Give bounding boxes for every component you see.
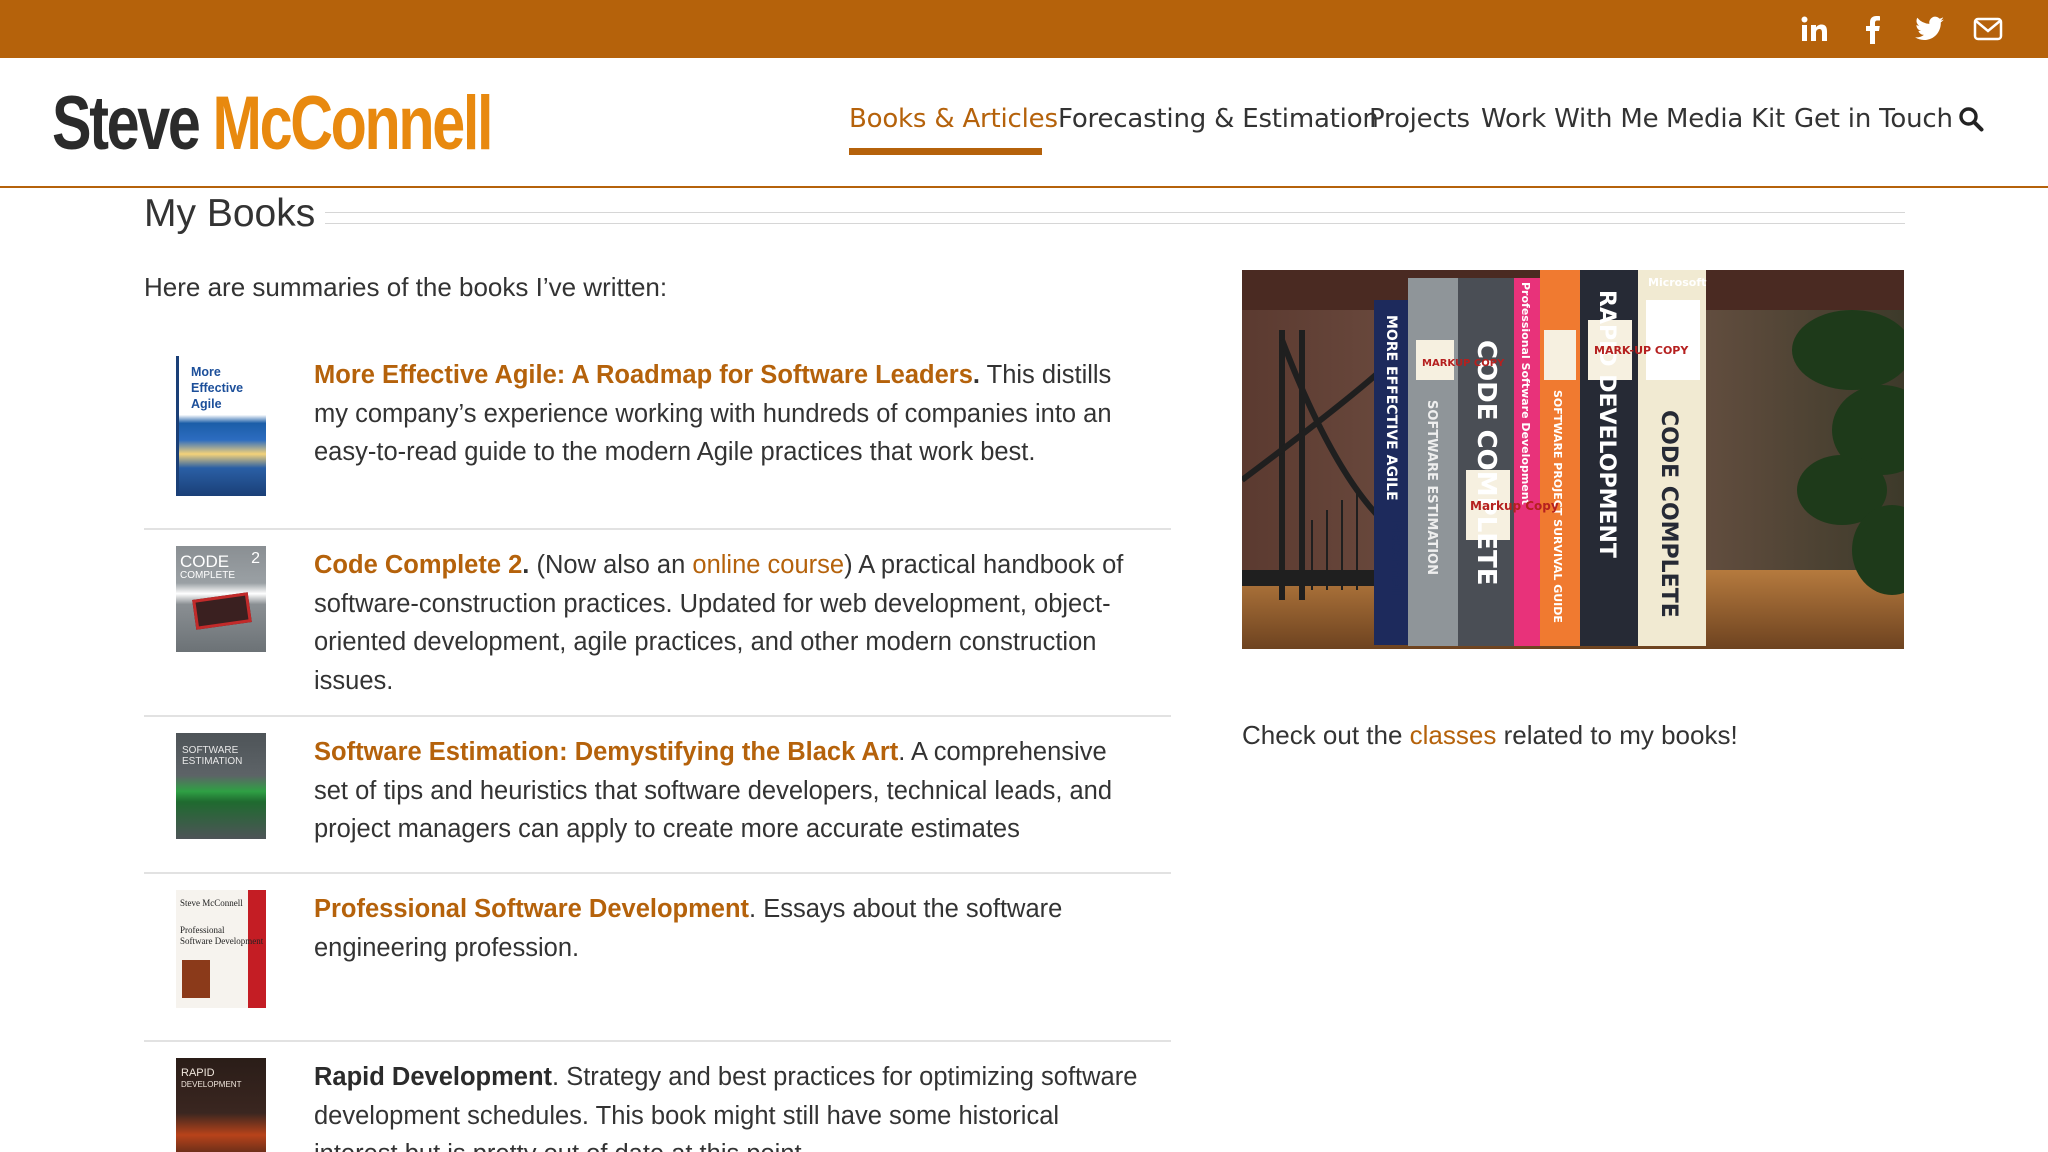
nav-active-underline bbox=[849, 148, 1042, 155]
cover-text: Professional bbox=[180, 925, 225, 935]
book-title: Rapid Development bbox=[314, 1063, 553, 1091]
spine-text: CODE COMPLETE bbox=[1656, 410, 1681, 618]
book-description: Software Estimation: Demystifying the Bl… bbox=[314, 733, 1144, 849]
nav-forecasting-estimation[interactable]: Forecasting & Estimation bbox=[1058, 104, 1379, 134]
logo-first-name: Steve bbox=[52, 80, 201, 166]
book-divider bbox=[144, 1040, 1171, 1042]
spine-text: McConnell bbox=[1388, 520, 1403, 595]
title-suffix: . bbox=[972, 361, 980, 389]
logo-last-name: McConnell bbox=[212, 80, 494, 166]
book-description: Code Complete 2. (Now also an online cou… bbox=[314, 546, 1144, 700]
book-divider bbox=[144, 715, 1171, 717]
book-title-link[interactable]: Professional Software Development bbox=[314, 895, 749, 923]
spine-text: MORE EFFECTIVE AGILE bbox=[1383, 315, 1399, 501]
promo-prefix: Check out the bbox=[1242, 720, 1410, 750]
book-cover-rapid-development[interactable]: RAPID DEVELOPMENT bbox=[176, 1058, 266, 1152]
spine-text: Microsoft bbox=[1648, 276, 1706, 289]
cover-text: SOFTWARE bbox=[182, 745, 239, 756]
book-description: More Effective Agile: A Roadmap for Soft… bbox=[314, 356, 1144, 472]
intro-text: Here are summaries of the books I’ve wri… bbox=[144, 272, 668, 302]
spine-text: CODE COMPLETE bbox=[1471, 340, 1501, 586]
facebook-icon[interactable] bbox=[1852, 0, 1892, 58]
cover-text: DEVELOPMENT bbox=[181, 1080, 242, 1089]
spine-text: Professional Software Development bbox=[1519, 282, 1532, 505]
sticker-text: MARKUP COPY bbox=[1422, 358, 1505, 369]
title-divider bbox=[325, 212, 1905, 224]
sticker-text: Markup Copy bbox=[1470, 499, 1559, 513]
cover-text: 2 bbox=[251, 550, 260, 567]
book-cover-professional-software-development[interactable]: Steve McConnell Professional Software De… bbox=[176, 890, 266, 1008]
twitter-icon[interactable] bbox=[1910, 0, 1950, 58]
cover-text: COMPLETE bbox=[180, 570, 236, 581]
book-cover-software-estimation[interactable]: SOFTWARE ESTIMATION bbox=[176, 733, 266, 839]
page-title: My Books bbox=[144, 192, 316, 235]
bookshelf-photo: MORE EFFECTIVE AGILE McConnell SOFTWARE … bbox=[1242, 270, 1904, 649]
promo-suffix: related to my books! bbox=[1496, 720, 1738, 750]
book-cover-code-complete[interactable]: CODE COMPLETE 2 bbox=[176, 546, 266, 652]
mail-icon[interactable] bbox=[1968, 0, 2008, 58]
cover-illustration bbox=[182, 960, 210, 998]
nav-get-in-touch[interactable]: Get in Touch bbox=[1794, 104, 1953, 134]
cover-text: Software Development bbox=[180, 936, 264, 946]
book-item: RAPID DEVELOPMENT Rapid Development. Str… bbox=[144, 1058, 1171, 1152]
cover-text: ESTIMATION bbox=[182, 756, 243, 767]
book-title-link[interactable]: Code Complete 2 bbox=[314, 551, 522, 579]
spine-text: RAPID DEVELOPMENT bbox=[1594, 290, 1619, 558]
nav-books-articles[interactable]: Books & Articles bbox=[849, 104, 1058, 134]
cover-text: Steve McConnell bbox=[180, 898, 243, 908]
site-logo[interactable]: Steve McConnell bbox=[52, 81, 494, 166]
book-item: CODE COMPLETE 2 Code Complete 2. (Now al… bbox=[144, 546, 1171, 695]
cover-text: RAPID bbox=[181, 1067, 215, 1079]
book-description: Professional Software Development. Essay… bbox=[314, 890, 1144, 967]
book-item: Steve McConnell Professional Software De… bbox=[144, 890, 1171, 1008]
linkedin-icon[interactable] bbox=[1794, 0, 1834, 58]
book-cover-more-effective-agile[interactable]: More Effective Agile bbox=[176, 356, 266, 496]
book-item: More Effective Agile More Effective Agil… bbox=[144, 356, 1171, 496]
search-icon[interactable] bbox=[1958, 106, 1984, 137]
spine-text: SOFTWARE ESTIMATION bbox=[1424, 400, 1439, 575]
nav-projects[interactable]: Projects bbox=[1369, 104, 1470, 134]
book-summary-prefix: (Now also an bbox=[529, 551, 693, 579]
book-divider bbox=[144, 872, 1171, 874]
nav-work-with-me[interactable]: Work With Me bbox=[1481, 104, 1659, 134]
cover-text: More bbox=[191, 365, 221, 379]
sticker-text: MARK-UP COPY bbox=[1594, 344, 1689, 357]
cover-text: Effective bbox=[191, 381, 244, 395]
top-bar bbox=[0, 0, 2048, 58]
online-course-link[interactable]: online course bbox=[692, 551, 844, 579]
classes-link[interactable]: classes bbox=[1410, 720, 1497, 750]
book-description: Rapid Development. Strategy and best pra… bbox=[314, 1058, 1144, 1152]
cover-text: Agile bbox=[191, 397, 222, 411]
classes-promo: Check out the classes related to my book… bbox=[1242, 720, 1738, 751]
book-title-link[interactable]: Software Estimation: Demystifying the Bl… bbox=[314, 738, 898, 766]
cover-text: CODE bbox=[180, 552, 230, 571]
nav-media-kit[interactable]: Media Kit bbox=[1666, 104, 1785, 134]
cover-illustration bbox=[192, 592, 252, 630]
book-divider bbox=[144, 528, 1171, 530]
book-item: SOFTWARE ESTIMATION Software Estimation:… bbox=[144, 733, 1171, 843]
book-title-link[interactable]: More Effective Agile: A Roadmap for Soft… bbox=[314, 361, 973, 389]
